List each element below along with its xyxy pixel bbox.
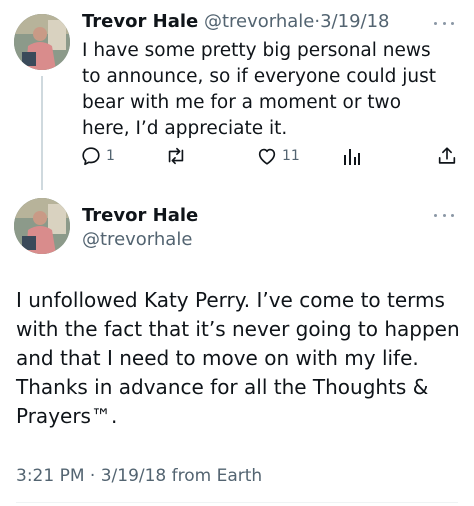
share-button[interactable] <box>436 142 458 170</box>
author-handle[interactable]: @trevorhale <box>82 228 192 252</box>
avatar-photo-icon <box>14 198 70 254</box>
avatar[interactable] <box>14 14 70 70</box>
views-button[interactable] <box>342 142 362 170</box>
author-name[interactable]: Trevor Hale <box>82 11 198 32</box>
tweet1-header: Trevor Hale @trevorhale·3/19/18 <box>82 10 389 34</box>
author-name[interactable]: Trevor Hale <box>82 204 198 228</box>
bar-chart-icon <box>344 149 360 165</box>
thread-connector-line <box>41 76 43 190</box>
tweet1-text: I have some pretty big personal news to … <box>82 40 437 139</box>
retweet-icon <box>168 147 184 165</box>
avatar-photo-icon <box>14 14 70 70</box>
more-options-icon[interactable] <box>434 19 454 27</box>
reply-button[interactable]: 1 <box>80 142 115 170</box>
author-handle[interactable]: @trevorhale <box>204 11 314 32</box>
avatar[interactable] <box>14 198 70 254</box>
reply-icon <box>82 147 100 166</box>
heart-icon <box>258 148 276 165</box>
tweet-date[interactable]: 3/19/18 <box>320 11 389 32</box>
divider <box>16 502 458 503</box>
share-icon <box>438 147 456 164</box>
tweet2-text: I unfollowed Katy Perry. I’ve come to te… <box>16 288 460 428</box>
tweet-timestamp[interactable]: 3:21 PM · 3/19/18 from Earth <box>16 464 262 488</box>
like-button[interactable]: 11 <box>256 142 300 170</box>
reply-count: 1 <box>106 148 115 164</box>
tweet-actions-bar: 1 11 <box>0 142 474 170</box>
more-options-icon[interactable] <box>434 211 454 219</box>
like-count: 11 <box>282 148 300 164</box>
retweet-button[interactable] <box>164 142 192 170</box>
